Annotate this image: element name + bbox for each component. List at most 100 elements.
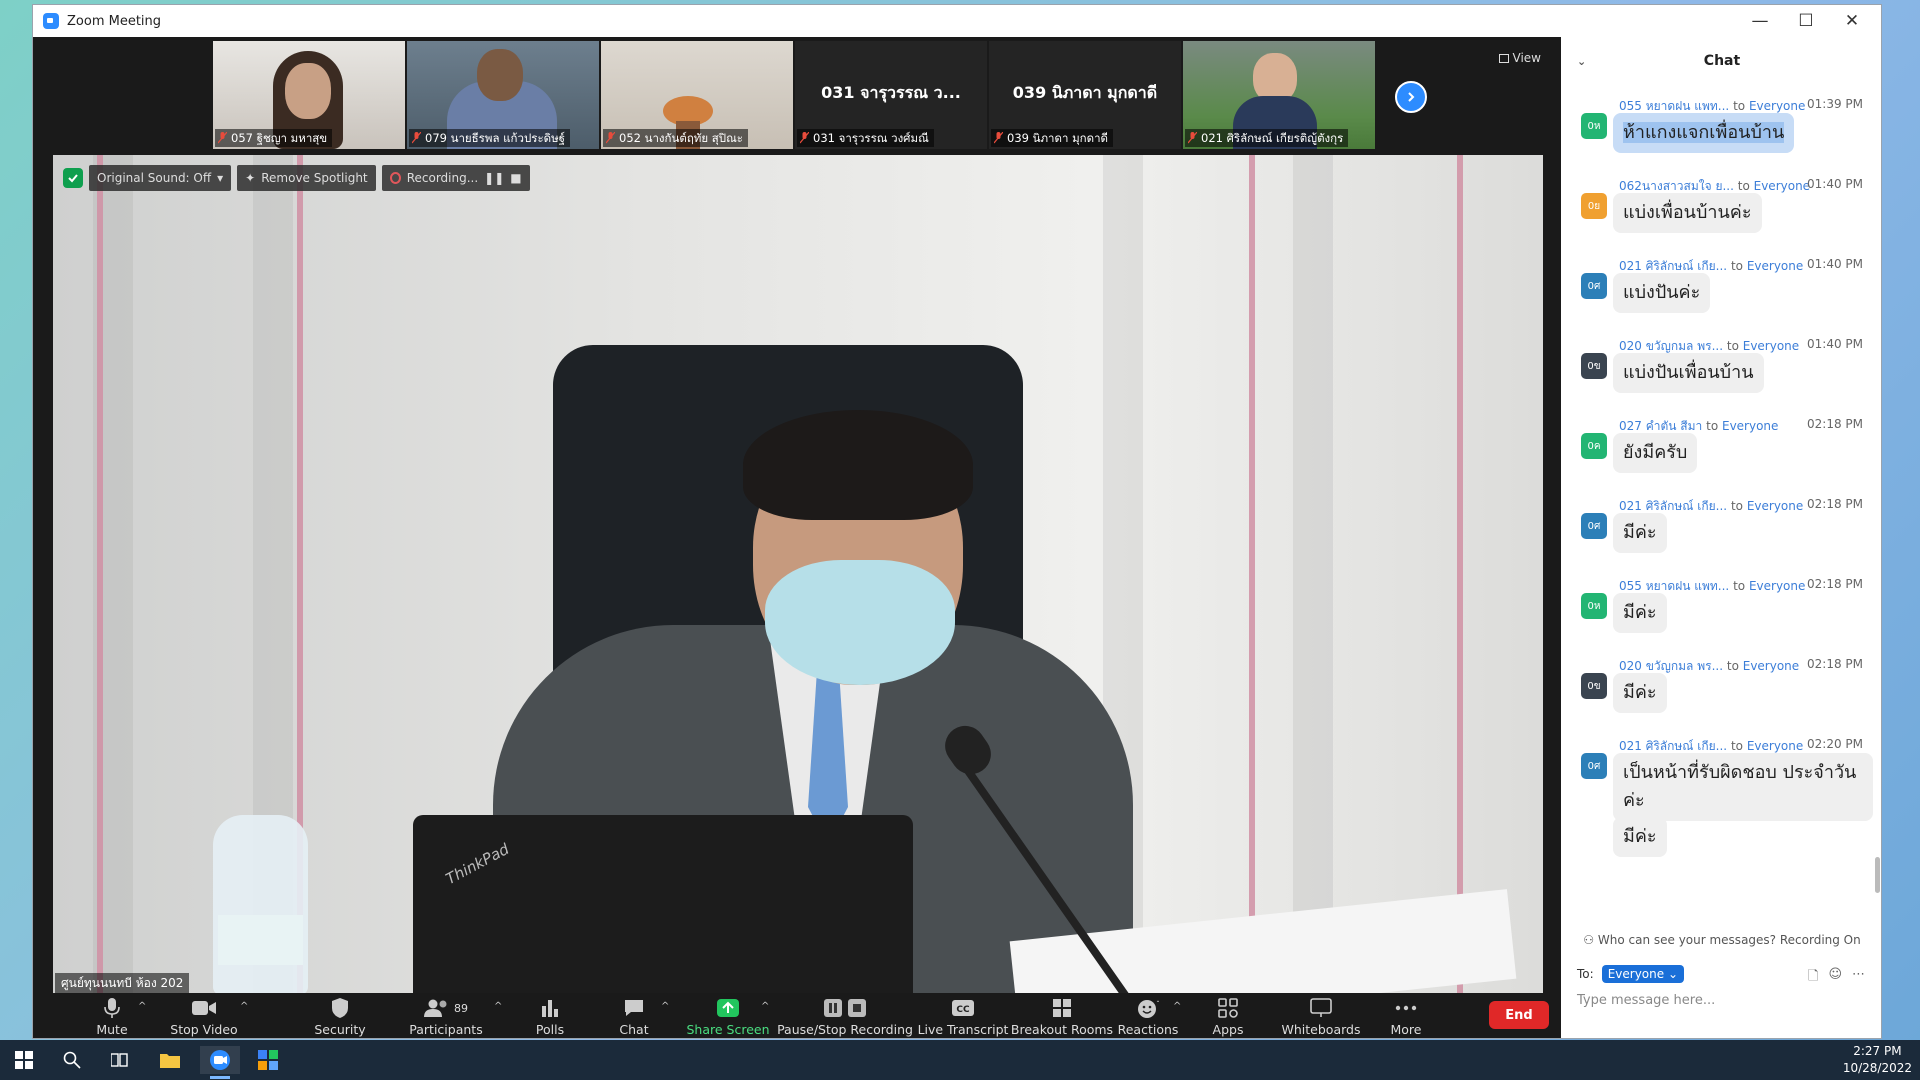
pause-stop-recording-button[interactable]: Pause/Stop Recording — [777, 993, 913, 1038]
avatar: 0ศ — [1581, 513, 1607, 539]
recipient-select[interactable]: Everyone ⌄ — [1601, 965, 1684, 983]
participant-tile[interactable]: 021 ศิริลักษณ์ เกียรติญู้ตังกุร — [1183, 41, 1375, 149]
system-clock[interactable]: 2:27 PM 10/28/2022 — [1843, 1043, 1912, 1077]
to-word: to — [1726, 339, 1739, 353]
remove-spotlight-button[interactable]: ✦ Remove Spotlight — [237, 165, 376, 191]
participant-tile[interactable]: 031 จารุวรรณ ว... 031 จารุวรรณ วงศ์มณี — [795, 41, 987, 149]
message-bubble[interactable]: มีค่ะ — [1613, 817, 1667, 857]
recording-indicator: Recording... ❚❚ ■ — [381, 165, 530, 191]
chat-message[interactable]: 021 ศิริลักษณ์ เกีย... to Everyone 02:18 … — [1561, 497, 1873, 573]
chat-message[interactable]: 020 ขวัญกมล พร... to Everyone 01:40 PM 0ข แ… — [1561, 337, 1873, 413]
speaker-name-label: ศูนย์ทุนนนทบี ห้อง 202 — [55, 973, 190, 993]
participant-name: 079 นายธีรพล แก้วประดิษฐ์ — [409, 129, 571, 147]
apps-button[interactable]: Apps — [1183, 993, 1273, 1038]
chat-message[interactable]: 055 หยาดฝน แพท... to Everyone 01:39 PM 0ห ห… — [1561, 97, 1873, 173]
participant-tile[interactable]: 079 นายธีรพล แก้วประดิษฐ์ — [407, 41, 599, 149]
participants-options-caret[interactable]: ^ — [494, 1001, 502, 1012]
reactions-options-caret[interactable]: ^ — [1173, 1001, 1181, 1012]
sender-name[interactable]: 062นางสาวสมใจ ย... — [1619, 179, 1734, 193]
participant-tile[interactable]: 052 นางกันต์ฤทัย สุปิณะ — [601, 41, 793, 149]
maximize-button[interactable]: ☐ — [1783, 5, 1829, 37]
mute-button[interactable]: Mute — [67, 993, 157, 1038]
mic-muted-icon — [994, 132, 1003, 144]
view-button[interactable]: View — [1498, 51, 1541, 65]
close-button[interactable]: ✕ — [1829, 5, 1875, 37]
participant-tile[interactable]: 057 ฐิชญา มหาสุข — [213, 41, 405, 149]
next-page-button[interactable] — [1395, 81, 1427, 113]
message-bubble[interactable]: ห้าแกงแจกเพื่อนบ้าน — [1613, 113, 1795, 153]
message-text: ห้าแกงแจกเพื่อนบ้าน — [1623, 122, 1785, 143]
chat-message[interactable]: 020 ขวัญกมล พร... to Everyone 02:18 PM 0ข ม… — [1561, 657, 1873, 733]
mic-muted-icon — [1188, 132, 1197, 144]
sender-name[interactable]: 021 ศิริลักษณ์ เกีย... — [1619, 259, 1727, 273]
svg-text:CC: CC — [956, 1005, 970, 1015]
chat-message-input[interactable]: Type message here... — [1577, 993, 1715, 1008]
more-button[interactable]: More — [1361, 993, 1451, 1038]
emoji-icon[interactable]: ☺ — [1828, 967, 1842, 989]
video-options-caret[interactable]: ^ — [240, 1001, 248, 1012]
breakout-rooms-button[interactable]: Breakout Rooms — [1007, 993, 1117, 1038]
chevron-down-icon[interactable]: ⌄ — [1577, 55, 1586, 68]
more-dots-icon — [1395, 1005, 1417, 1011]
to-word: to — [1730, 499, 1743, 513]
participant-tile[interactable]: 039 นิภาดา มุกดาดี 039 นิภาดา มุกดาดี — [989, 41, 1181, 149]
recipient-name: Everyone — [1746, 739, 1804, 753]
message-bubble[interactable]: แบ่งปันค่ะ — [1613, 273, 1711, 313]
message-bubble[interactable]: มีค่ะ — [1613, 593, 1667, 633]
sender-name[interactable]: 027 คำตัน สีมา — [1619, 419, 1702, 433]
sender-name[interactable]: 020 ขวัญกมล พร... — [1619, 659, 1723, 673]
file-icon[interactable]: 🗋 — [1808, 967, 1818, 989]
task-view-icon[interactable] — [100, 1046, 140, 1074]
search-icon[interactable] — [52, 1046, 92, 1074]
share-screen-icon — [717, 999, 739, 1017]
sender-name[interactable]: 055 หยาดฝน แพท... — [1619, 579, 1729, 593]
title-bar: Zoom Meeting — ☐ ✕ — [33, 5, 1881, 37]
message-bubble[interactable]: แบ่งปันเพื่อนบ้าน — [1613, 353, 1764, 393]
chat-message[interactable]: 055 หยาดฝน แพท... to Everyone 02:18 PM 0ห ม… — [1561, 577, 1873, 653]
chat-message[interactable]: 021 ศิริลักษณ์ เกีย... to Everyone 01:40 … — [1561, 257, 1873, 333]
caret-down-icon[interactable]: ▾ — [217, 171, 223, 185]
mute-options-caret[interactable]: ^ — [138, 1001, 146, 1012]
message-bubble[interactable]: มีค่ะ — [1613, 513, 1667, 553]
end-meeting-button[interactable]: End — [1489, 1001, 1549, 1029]
chat-message-list[interactable]: 055 หยาดฝน แพท... to Everyone 01:39 PM 0หห… — [1561, 97, 1881, 913]
whiteboards-button[interactable]: Whiteboards — [1271, 993, 1371, 1038]
chat-button[interactable]: Chat — [589, 993, 679, 1038]
message-bubble[interactable]: ยังมีครับ — [1613, 433, 1698, 473]
message-bubble[interactable]: แบ่งเพื่อนบ้านค่ะ — [1613, 193, 1762, 233]
video-control-bar: Original Sound: Off ▾ ✦ Remove Spotlight… — [63, 165, 530, 191]
encryption-shield-icon[interactable] — [63, 168, 83, 188]
share-screen-button[interactable]: Share Screen — [683, 993, 773, 1038]
message-time: 01:40 PM — [1807, 337, 1863, 351]
file-explorer-icon[interactable] — [150, 1046, 190, 1074]
sender-name[interactable]: 055 หยาดฝน แพท... — [1619, 99, 1729, 113]
stop-video-button[interactable]: Stop Video — [159, 993, 249, 1038]
sender-name[interactable]: 021 ศิริลักษณ์ เกีย... — [1619, 739, 1727, 753]
chat-message[interactable]: 062นางสาวสมใจ ย... to Everyone 01:40 PM 0ย… — [1561, 177, 1873, 253]
privacy-note[interactable]: ⚇ Who can see your messages? Recording O… — [1561, 933, 1881, 947]
more-options-icon[interactable]: ⋯ — [1852, 967, 1865, 989]
zoom-taskbar-icon[interactable] — [200, 1046, 240, 1079]
chat-options-caret[interactable]: ^ — [661, 1001, 669, 1012]
live-transcript-button[interactable]: CC Live Transcript — [913, 993, 1013, 1038]
message-text: มีค่ะ — [1623, 522, 1657, 543]
original-sound-toggle[interactable]: Original Sound: Off ▾ — [89, 165, 232, 191]
message-bubble[interactable]: มีค่ะ — [1613, 673, 1667, 713]
polls-button[interactable]: Polls — [505, 993, 595, 1038]
app-taskbar-icon[interactable] — [248, 1046, 288, 1074]
chat-message[interactable]: 021 ศิริลักษณ์ เกีย... to Everyone 02:20 … — [1561, 737, 1873, 877]
share-options-caret[interactable]: ^ — [761, 1001, 769, 1012]
chat-message[interactable]: 027 คำตัน สีมา to Everyone 02:18 PM 0ค ยังม… — [1561, 417, 1873, 493]
chat-scrollbar[interactable] — [1875, 857, 1880, 893]
message-bubble[interactable]: เป็นหน้าที่รับผิดชอบ ประจำวันค่ะ — [1613, 753, 1873, 821]
minimize-button[interactable]: — — [1737, 5, 1783, 37]
participants-button[interactable]: 89 Participants — [401, 993, 491, 1038]
sender-name[interactable]: 021 ศิริลักษณ์ เกีย... — [1619, 499, 1727, 513]
sender-name[interactable]: 020 ขวัญกมล พร... — [1619, 339, 1723, 353]
stop-recording-icon[interactable]: ■ — [510, 171, 521, 185]
reactions-button[interactable]: + Reactions — [1103, 993, 1193, 1038]
security-button[interactable]: Security — [295, 993, 385, 1038]
avatar: 0ศ — [1581, 753, 1607, 779]
windows-start-icon[interactable] — [4, 1046, 44, 1074]
pause-recording-icon[interactable]: ❚❚ — [484, 171, 504, 185]
